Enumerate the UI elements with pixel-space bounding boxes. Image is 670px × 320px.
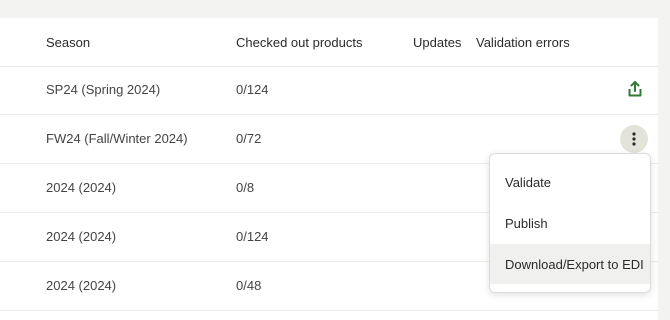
checked-out-cell: 0/124 bbox=[236, 82, 269, 97]
season-cell: 2024 (2024) bbox=[46, 180, 117, 195]
menu-item-validate[interactable]: Validate bbox=[490, 162, 650, 202]
row-actions-menu: Validate Publish Download/Export to EDI bbox=[489, 153, 651, 293]
checked-out-cell: 0/124 bbox=[236, 229, 269, 244]
share-upload-icon[interactable] bbox=[624, 78, 646, 100]
column-header-updates[interactable]: Updates bbox=[413, 35, 461, 50]
season-cell: SP24 (Spring 2024) bbox=[46, 82, 161, 97]
checked-out-cell: 0/8 bbox=[236, 180, 255, 195]
more-vertical-icon[interactable] bbox=[620, 125, 648, 153]
table-row[interactable]: SP24 (Spring 2024) 0/124 bbox=[0, 66, 658, 115]
season-cell: FW24 (Fall/Winter 2024) bbox=[46, 131, 188, 146]
season-cell: 2024 (2024) bbox=[46, 229, 117, 244]
menu-item-download-export-edi[interactable]: Download/Export to EDI bbox=[490, 244, 650, 284]
menu-item-publish[interactable]: Publish bbox=[490, 203, 650, 243]
column-header-checked-out[interactable]: Checked out products bbox=[236, 35, 362, 50]
season-cell: 2024 (2024) bbox=[46, 278, 117, 293]
table-header: Season Checked out products Updates Vali… bbox=[0, 18, 658, 67]
column-header-validation-errors[interactable]: Validation errors bbox=[476, 35, 570, 50]
column-header-season[interactable]: Season bbox=[46, 35, 90, 50]
checked-out-cell: 0/72 bbox=[236, 131, 262, 146]
checked-out-cell: 0/48 bbox=[236, 278, 262, 293]
